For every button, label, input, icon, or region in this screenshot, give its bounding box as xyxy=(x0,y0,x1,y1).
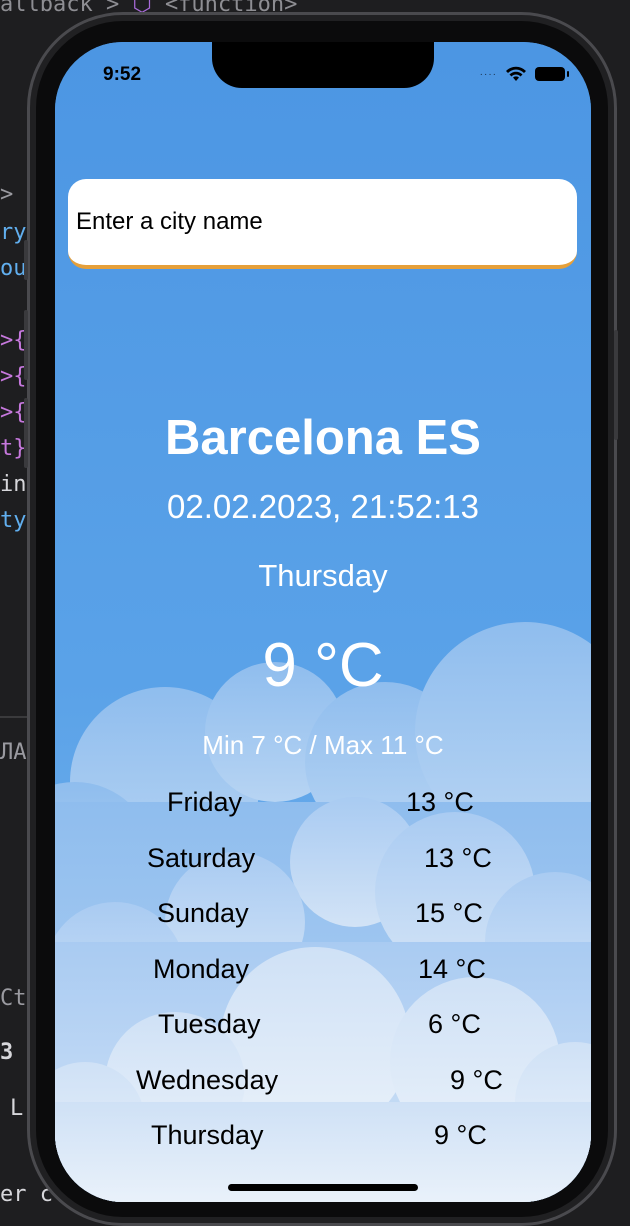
current-weekday: Thursday xyxy=(258,558,388,593)
home-indicator[interactable] xyxy=(228,1184,418,1191)
forecast-temp: 13 °C xyxy=(406,787,474,817)
forecast-row: Wednesday 9 °C xyxy=(55,1065,591,1099)
forecast-day: Sunday xyxy=(157,898,249,928)
min-max-temperature: Min 7 °C / Max 11 °C xyxy=(202,730,444,760)
forecast-row: Thursday 9 °C xyxy=(55,1120,591,1154)
forecast-row: Saturday 13 °C xyxy=(55,843,591,877)
city-name: Barcelona ES xyxy=(165,411,481,465)
forecast-row: Tuesday 6 °C xyxy=(55,1009,591,1043)
wifi-icon xyxy=(506,66,526,81)
current-temperature: 9 °C xyxy=(262,631,384,700)
code-line: ry xyxy=(0,220,27,245)
code-line: >{ xyxy=(0,400,27,425)
forecast-row: Friday 13 °C xyxy=(55,787,591,821)
forecast-day: Thursday xyxy=(151,1120,264,1150)
code-line: > xyxy=(0,182,14,207)
forecast-temp: 14 °C xyxy=(418,954,486,984)
code-line: in xyxy=(0,472,27,497)
code-line: >{ xyxy=(0,328,27,353)
battery-icon xyxy=(535,67,569,81)
forecast-day: Tuesday xyxy=(158,1009,261,1039)
breadcrumb-part: allback xyxy=(0,0,93,17)
forecast-row: Sunday 15 °C xyxy=(55,898,591,932)
cellular-signal-icon: ···· xyxy=(479,68,497,80)
code-line: ty xyxy=(0,508,27,533)
forecast-temp: 13 °C xyxy=(424,843,492,873)
mute-switch xyxy=(24,240,28,280)
code-line: 3 xyxy=(0,1040,14,1065)
volume-up-button xyxy=(24,310,28,380)
code-line: t} xyxy=(0,436,27,461)
status-time: 9:52 xyxy=(103,64,142,85)
code-line: Ct xyxy=(0,986,27,1011)
forecast-day: Friday xyxy=(167,787,243,817)
status-icons: ···· xyxy=(479,66,569,82)
app-screen: 9:52 ···· Barcelona ES 02.02.2023, 21:52… xyxy=(55,42,591,1202)
forecast-temp: 15 °C xyxy=(415,898,483,928)
forecast-temp: 9 °C xyxy=(434,1120,487,1150)
power-button xyxy=(614,330,618,440)
forecast-day: Monday xyxy=(153,954,250,984)
volume-down-button xyxy=(24,398,28,468)
forecast-day: Saturday xyxy=(147,843,256,873)
current-datetime: 02.02.2023, 21:52:13 xyxy=(167,488,479,525)
forecast-row: Monday 14 °C xyxy=(55,954,591,988)
forecast-temp: 9 °C xyxy=(450,1065,503,1095)
code-line: >{ xyxy=(0,364,27,389)
forecast-temp: 6 °C xyxy=(428,1009,481,1039)
forecast-day: Wednesday xyxy=(136,1065,279,1095)
city-search-input[interactable] xyxy=(76,208,556,236)
device-notch xyxy=(212,42,434,88)
code-line: ЛА xyxy=(0,740,27,765)
code-line: L xyxy=(10,1096,24,1121)
city-search-field[interactable] xyxy=(68,179,577,269)
